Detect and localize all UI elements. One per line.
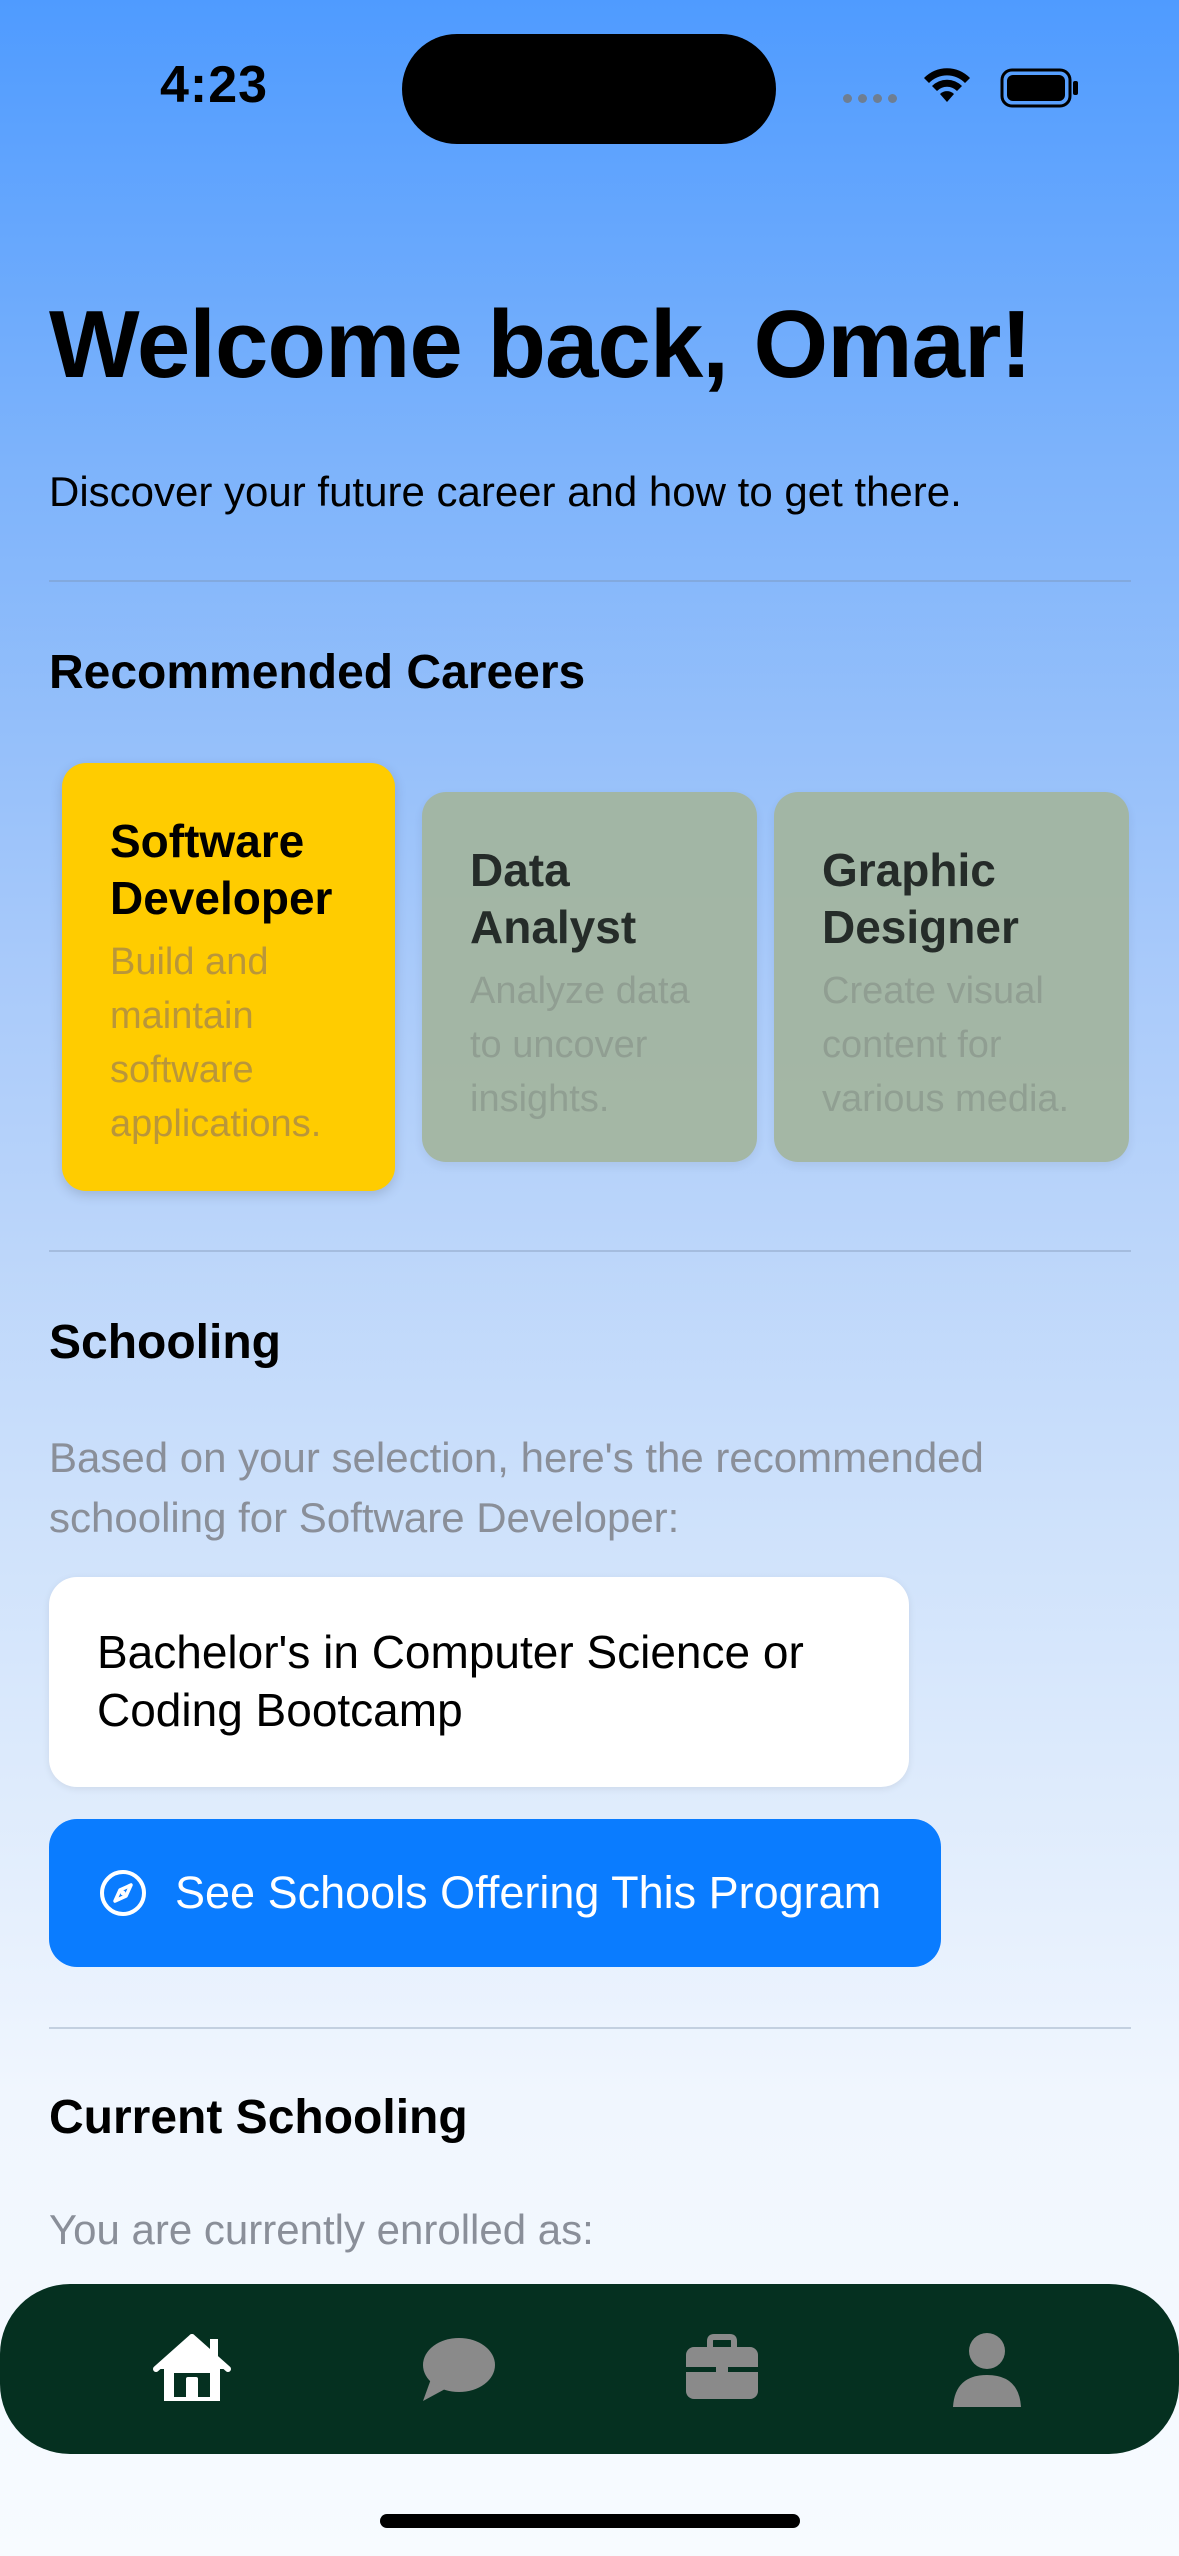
- briefcase-icon: [685, 2334, 758, 2399]
- status-bar: 4:23: [0, 0, 1179, 150]
- compass-icon: [97, 1867, 149, 1919]
- career-name: Graphic Designer: [822, 844, 1019, 953]
- tab-jobs[interactable]: [672, 2319, 772, 2419]
- divider: [49, 580, 1131, 582]
- wifi-icon: [924, 68, 970, 102]
- career-description: Create visual content for various media.: [822, 970, 1070, 1120]
- home-indicator: [380, 2514, 800, 2528]
- divider: [49, 2027, 1131, 2029]
- chat-bubble-icon: [423, 2338, 496, 2401]
- recommended-program-box: Bachelor's in Computer Science or Coding…: [49, 1577, 909, 1787]
- career-card-graphic-designer[interactable]: Graphic Designer Create visual content f…: [774, 792, 1129, 1162]
- career-name: Data Analyst: [470, 844, 637, 953]
- see-schools-button-label: See Schools Offering This Program: [175, 1867, 882, 1918]
- tab-messages[interactable]: [407, 2319, 507, 2419]
- current-schooling-description: You are currently enrolled as:: [49, 2206, 594, 2253]
- page-subtitle: Discover your future career and how to g…: [49, 468, 962, 515]
- recommended-careers-heading: Recommended Careers: [49, 646, 586, 699]
- career-description: Build and maintain software applications…: [110, 941, 322, 1145]
- cellular-signal-icon: [843, 94, 897, 103]
- schooling-heading: Schooling: [49, 1316, 281, 1369]
- page-title: Welcome back, Omar!: [49, 291, 1032, 398]
- career-description: Analyze data to uncover insights.: [470, 970, 690, 1120]
- person-icon: [952, 2333, 1021, 2407]
- current-schooling-heading: Current Schooling: [49, 2091, 468, 2144]
- career-card-software-developer[interactable]: Software Developer Build and maintain so…: [62, 763, 395, 1191]
- dynamic-island: [402, 34, 776, 144]
- home-icon: [153, 2334, 232, 2401]
- status-time: 4:23: [160, 56, 269, 114]
- tab-home[interactable]: [142, 2319, 242, 2419]
- career-card-data-analyst[interactable]: Data Analyst Analyze data to uncover ins…: [422, 792, 757, 1162]
- tab-profile[interactable]: [937, 2319, 1037, 2419]
- divider: [49, 1250, 1131, 1252]
- career-name: Software Developer: [110, 815, 333, 924]
- see-schools-button[interactable]: See Schools Offering This Program: [49, 1819, 941, 1967]
- battery-icon: [1000, 68, 1078, 108]
- tab-bar: [0, 2284, 1179, 2454]
- schooling-description: Based on your selection, here's the reco…: [49, 1434, 984, 1541]
